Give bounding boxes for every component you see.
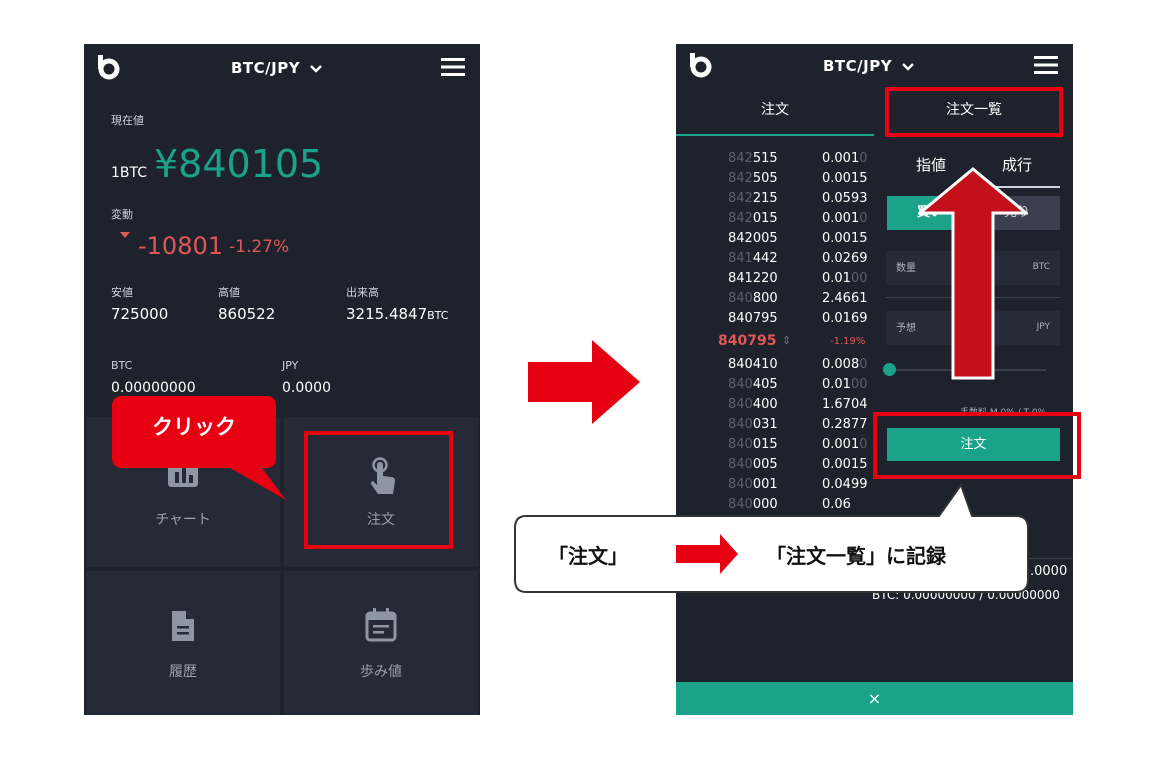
btc-balance-value: 0.00000000 [111, 380, 196, 396]
order-book-price: 840800 [728, 291, 778, 306]
bubble-to-text: 「注文一覧」に記録 [766, 544, 946, 568]
order-book-price: 840405 [728, 377, 778, 392]
order-book-qty: 0.0015 [822, 457, 868, 472]
order-book-price: 841442 [728, 251, 778, 266]
order-book-row[interactable]: 840031 0.2877 [676, 417, 868, 437]
mid-price-row: 840795 ⇕ -1.19% [676, 333, 866, 353]
high-value: 860522 [218, 305, 276, 323]
tab-order[interactable]: 注文 [676, 90, 874, 136]
order-book-price: 842505 [728, 171, 778, 186]
slider-handle[interactable] [883, 363, 896, 376]
click-callout-text: クリック [152, 415, 236, 439]
down-triangle-icon [120, 232, 130, 238]
bitbank-logo-icon-right[interactable] [688, 52, 714, 78]
current-price-label: 現在値 [111, 114, 144, 127]
order-book-qty: 2.4661 [822, 291, 868, 306]
change-percent: -1.27% [229, 237, 290, 257]
close-bar[interactable]: × [676, 682, 1073, 715]
order-button-highlight [873, 412, 1081, 479]
order-book-qty: 0.0010 [822, 211, 868, 226]
btc-balance-label: BTC [111, 359, 133, 372]
order-book-price: 840031 [728, 417, 778, 432]
order-book-qty: 0.0010 [822, 437, 868, 452]
chevron-down-icon [309, 65, 322, 73]
pair-selector-right[interactable]: BTC/JPY [823, 57, 914, 75]
hamburger-menu-icon-right[interactable] [1034, 56, 1058, 74]
bitbank-logo-icon[interactable] [96, 54, 122, 80]
order-book-row[interactable]: 841442 0.0269 [676, 251, 868, 271]
up-arrow-icon [918, 167, 1028, 380]
order-book-row[interactable]: 842515 0.0010 [676, 151, 868, 171]
order-book-qty: 0.0100 [822, 271, 868, 286]
order-book-row[interactable]: 840800 2.4661 [676, 291, 868, 311]
sort-arrows-icon: ⇕ [782, 334, 792, 347]
order-book-qty: 0.0169 [822, 311, 868, 326]
order-book-qty: 0.0015 [822, 231, 868, 246]
volume-label: 出来高 [346, 286, 379, 299]
mid-change: -1.19% [830, 336, 866, 347]
jpy-balance-value: 0.0000 [282, 380, 331, 396]
order-book-qty: 1.6704 [822, 397, 868, 412]
change-value: -10801 [138, 232, 224, 260]
order-book-row[interactable]: 840410 0.0080 [676, 357, 868, 377]
order-book-qty: 0.0080 [822, 357, 868, 372]
change-label: 変動 [111, 208, 133, 221]
order-book-price: 840410 [728, 357, 778, 372]
price-unit: 1BTC [111, 165, 148, 181]
order-book-qty: 0.0100 [822, 377, 868, 392]
order-book-row[interactable]: 842215 0.0593 [676, 191, 868, 211]
order-book-row[interactable]: 840400 1.6704 [676, 397, 868, 417]
order-book-price: 842515 [728, 151, 778, 166]
order-book-price: 842005 [728, 231, 778, 246]
order-book-price: 841220 [728, 271, 778, 286]
chevron-down-icon [901, 63, 914, 71]
order-book-price: 840005 [728, 457, 778, 472]
jpy-balance-label: JPY [282, 359, 299, 372]
bubble-from-text: 「注文」 [548, 544, 628, 568]
close-icon[interactable]: × [868, 689, 881, 708]
hamburger-menu-icon[interactable] [441, 58, 465, 76]
order-book-price: 840015 [728, 437, 778, 452]
mid-price: 840795 [718, 333, 777, 349]
order-book-row[interactable]: 840005 0.0015 [676, 457, 868, 477]
tile-history[interactable]: 履歴 [86, 571, 280, 715]
right-arrow-icon [528, 340, 640, 424]
order-book-row[interactable]: 842505 0.0015 [676, 171, 868, 191]
tile-trades[interactable]: 歩み値 [284, 571, 478, 715]
order-book: 842515 0.0010 842505 0.0015 842215 0.0593 8420… [676, 151, 876, 531]
order-book-row[interactable]: 840015 0.0010 [676, 437, 868, 457]
order-book-price: 840400 [728, 397, 778, 412]
order-book-row[interactable]: 840795 0.0169 [676, 311, 868, 331]
order-book-row[interactable]: 840405 0.0100 [676, 377, 868, 397]
low-label: 安値 [111, 286, 133, 299]
tab-order-label: 注文 [761, 102, 789, 118]
balance-line-1: .0000 [1030, 564, 1068, 579]
order-tile-highlight [304, 431, 453, 549]
order-book-row[interactable]: 842015 0.0010 [676, 211, 868, 231]
order-book-qty: 0.2877 [822, 417, 868, 432]
volume-value: 3215.4847BTC [346, 305, 449, 323]
pair-selector[interactable]: BTC/JPY [231, 59, 322, 77]
order-book-row[interactable]: 841220 0.0100 [676, 271, 868, 291]
order-book-price: 840795 [728, 311, 778, 326]
order-list-tab-highlight [885, 87, 1063, 137]
phone-screen-left: BTC/JPY 現在値 1BTC ¥840105 変動 -10801 -1.27… [84, 44, 480, 715]
high-label: 高値 [218, 286, 240, 299]
current-price: ¥840105 [154, 142, 324, 186]
tile-trades-label: 歩み値 [360, 664, 402, 680]
order-book-qty: 0.0269 [822, 251, 868, 266]
low-value: 725000 [111, 305, 169, 323]
order-book-qty: 0.0010 [822, 151, 868, 166]
order-book-price: 842015 [728, 211, 778, 226]
tile-chart-label: チャート [155, 512, 211, 528]
tile-history-label: 履歴 [169, 664, 197, 680]
order-book-qty: 0.0015 [822, 171, 868, 186]
calendar-icon [365, 608, 397, 642]
order-book-qty: 0.0593 [822, 191, 868, 206]
order-book-price: 842215 [728, 191, 778, 206]
order-book-row[interactable]: 842005 0.0015 [676, 231, 868, 251]
document-icon [172, 611, 194, 641]
